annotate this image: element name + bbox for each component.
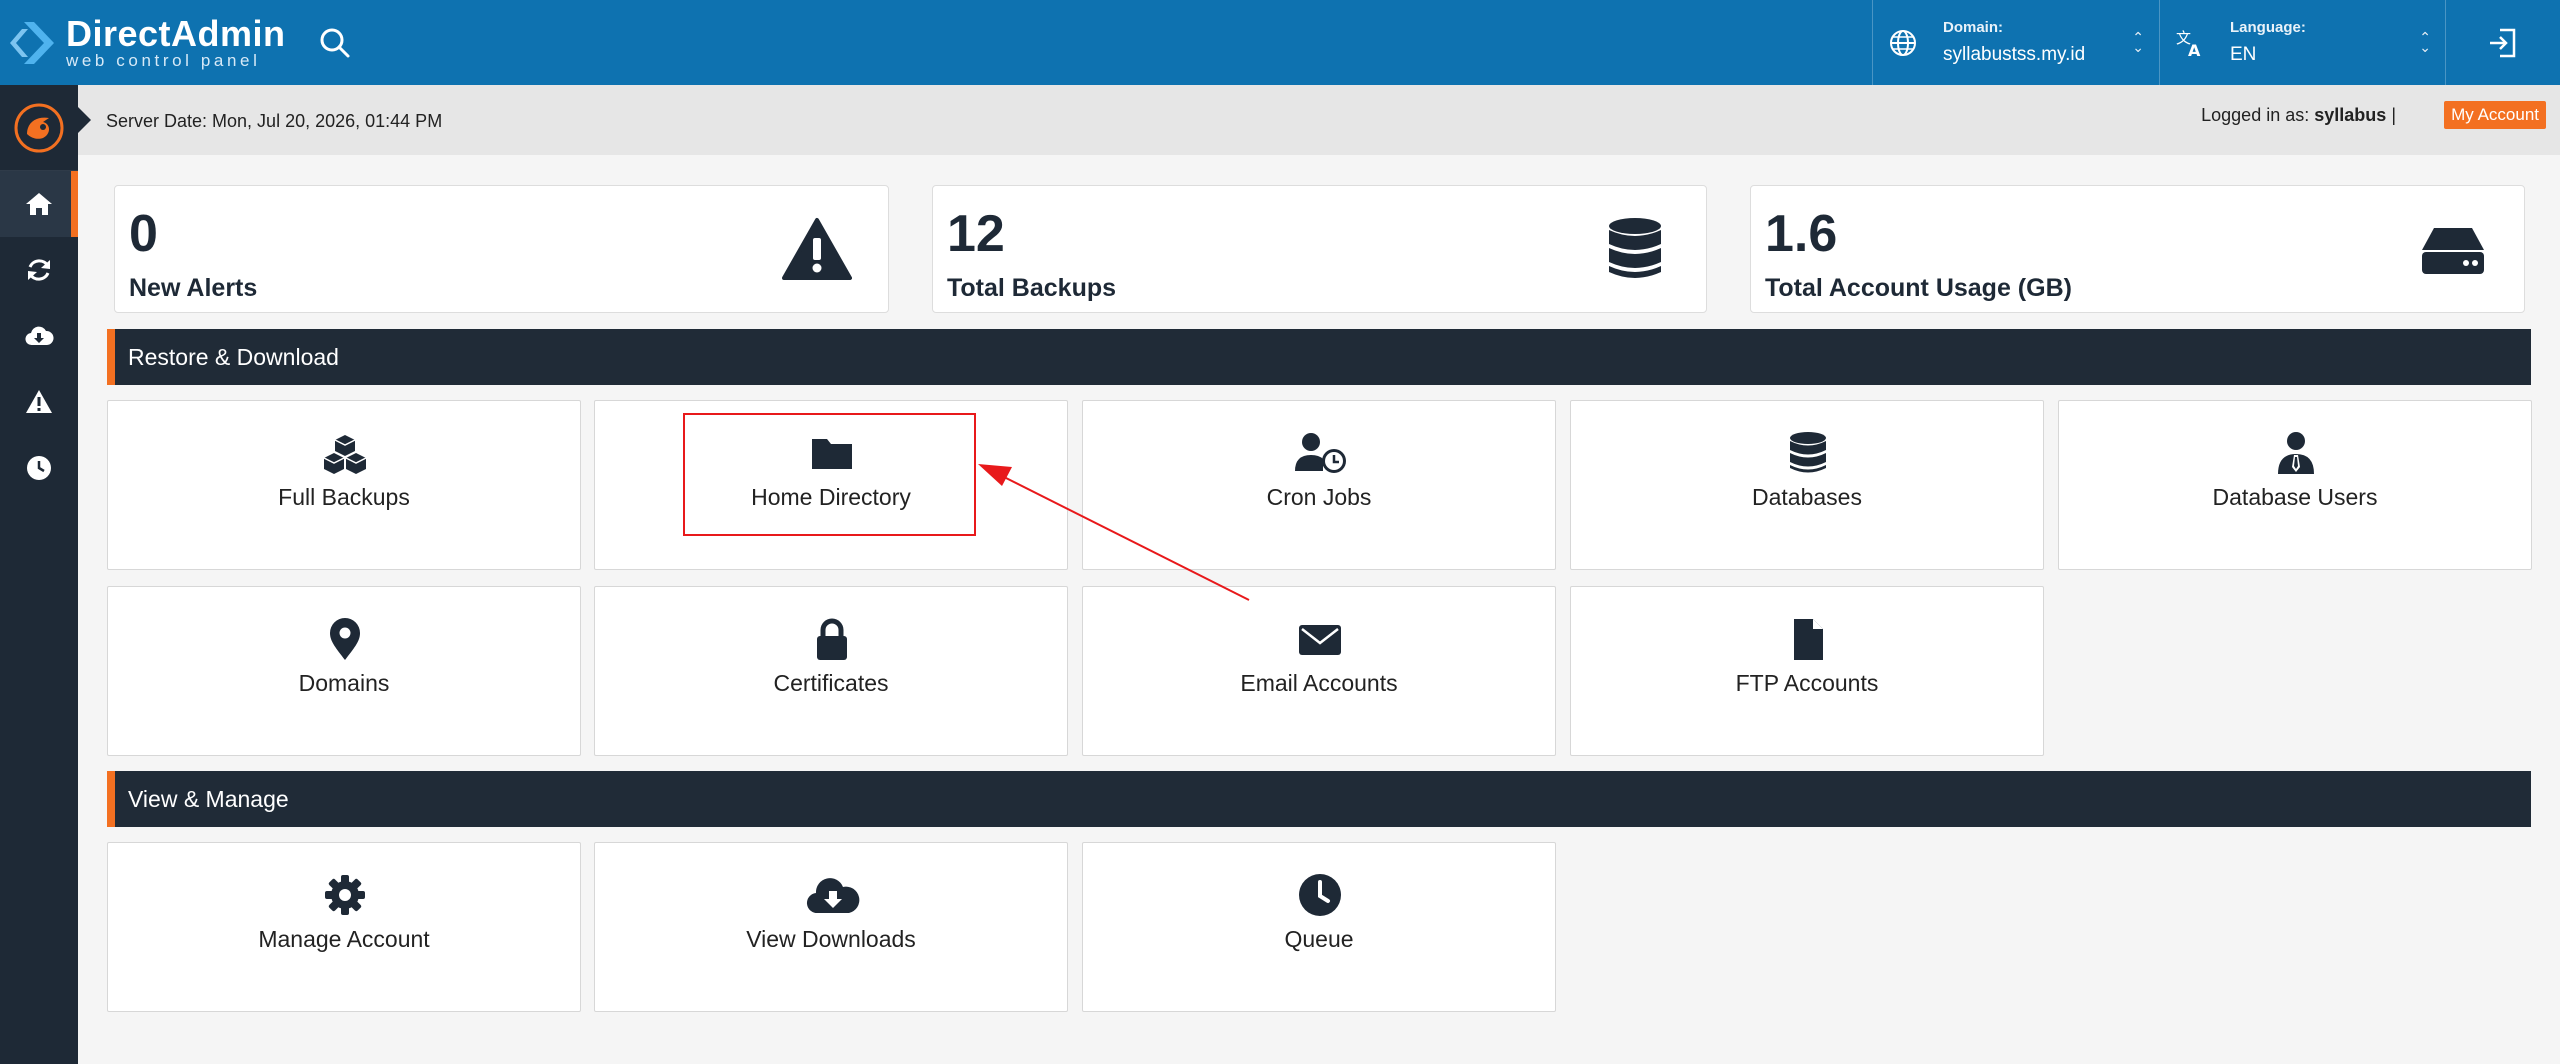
- stat-label: Total Backups: [947, 274, 1117, 302]
- search-button[interactable]: [316, 24, 354, 62]
- separator: |: [2391, 105, 2396, 125]
- stat-value: 0: [129, 205, 158, 263]
- tile-label: FTP Accounts: [1735, 670, 1879, 696]
- tile-certificates[interactable]: Certificates: [594, 586, 1068, 756]
- user-tie-icon: [2278, 432, 2314, 474]
- map-marker-icon: [330, 618, 360, 660]
- tile-email-accounts[interactable]: Email Accounts: [1082, 586, 1556, 756]
- tile-view-downloads[interactable]: View Downloads: [594, 842, 1068, 1012]
- sidebar-item-home[interactable]: [0, 171, 78, 237]
- domain-select[interactable]: Domain: syllabustss.my.id ⌃ ⌄: [1872, 0, 2158, 85]
- logged-in-status: Logged in as: syllabus |: [2201, 105, 2396, 126]
- tile-databases[interactable]: Databases: [1570, 400, 2044, 570]
- tile-label: View Downloads: [746, 926, 916, 952]
- logout-icon: [2490, 28, 2516, 57]
- stat-card-usage: 1.6 Total Account Usage (GB): [1750, 185, 2525, 313]
- tile-queue[interactable]: Queue: [1082, 842, 1556, 1012]
- clock-icon: [1299, 874, 1341, 916]
- stat-value: 12: [947, 205, 1005, 263]
- cubes-icon: [323, 435, 367, 474]
- tile-full-backups[interactable]: Full Backups: [107, 400, 581, 570]
- sidebar-logo[interactable]: [0, 85, 78, 171]
- tile-label: Database Users: [2212, 484, 2378, 510]
- brand-title: DirectAdmin: [66, 12, 286, 54]
- sidebar: [0, 85, 78, 1064]
- section-header-view: View & Manage: [107, 771, 2531, 827]
- file-icon: [1794, 619, 1823, 660]
- logout-button[interactable]: [2445, 0, 2560, 85]
- svg-text:A: A: [2188, 41, 2201, 59]
- envelope-icon: [1299, 625, 1341, 655]
- tile-label: Manage Account: [258, 926, 430, 952]
- domain-label: Domain:: [1943, 19, 2003, 36]
- tile-label: Cron Jobs: [1266, 484, 1372, 510]
- tile-ftp-accounts[interactable]: FTP Accounts: [1570, 586, 2044, 756]
- directadmin-logo-icon: [10, 21, 54, 64]
- stat-card-backups: 12 Total Backups: [932, 185, 1707, 313]
- language-value: EN: [2230, 44, 2257, 65]
- tile-label: Domains: [298, 670, 390, 696]
- language-label: Language:: [2230, 19, 2306, 36]
- chevron-updown-icon: ⌃ ⌄: [2132, 29, 2144, 55]
- info-bar: Server Date: Mon, Jul 20, 2026, 01:44 PM…: [78, 85, 2560, 155]
- stat-value: 1.6: [1765, 205, 1838, 263]
- database-icon: [1790, 432, 1826, 473]
- database-icon: [1609, 218, 1661, 278]
- lock-icon: [817, 618, 847, 660]
- gear-icon: [325, 875, 365, 915]
- logged-in-label: Logged in as:: [2201, 105, 2310, 125]
- sidebar-item-downloads[interactable]: [0, 303, 78, 369]
- my-account-button[interactable]: My Account: [2444, 101, 2546, 129]
- clock-icon: [27, 456, 51, 480]
- annotation-highlight-box: [683, 413, 976, 536]
- caret-right-icon: [78, 107, 91, 133]
- home-icon: [26, 193, 52, 215]
- globe-icon: [1890, 29, 1916, 56]
- stat-label: Total Account Usage (GB): [1765, 274, 2072, 302]
- tile-domains[interactable]: Domains: [107, 586, 581, 756]
- hard-drive-icon: [2422, 228, 2484, 274]
- tile-database-users[interactable]: Database Users: [2058, 400, 2532, 570]
- user-clock-icon: [1295, 433, 1346, 473]
- brand-logo[interactable]: DirectAdmin web control panel: [0, 0, 286, 85]
- tile-label: Email Accounts: [1240, 670, 1398, 696]
- tile-cron-jobs[interactable]: Cron Jobs: [1082, 400, 1556, 570]
- sidebar-item-queue[interactable]: [0, 435, 78, 501]
- sidebar-item-alerts[interactable]: [0, 369, 78, 435]
- sidebar-item-sync[interactable]: [0, 237, 78, 303]
- domain-value: syllabustss.my.id: [1943, 44, 2086, 65]
- tile-label: Queue: [1284, 926, 1354, 952]
- logged-in-username: syllabus: [2314, 105, 2387, 125]
- user-avatar-icon: [14, 103, 64, 152]
- chevron-updown-icon: ⌃ ⌄: [2419, 29, 2431, 55]
- stat-label: New Alerts: [129, 274, 258, 302]
- top-bar: DirectAdmin web control panel Domain: sy…: [0, 0, 2560, 85]
- language-select[interactable]: 文 A Language: EN ⌃ ⌄: [2159, 0, 2445, 85]
- cloud-download-icon: [806, 878, 860, 914]
- tile-label: Full Backups: [278, 484, 410, 510]
- server-date: Server Date: Mon, Jul 20, 2026, 01:44 PM: [106, 111, 443, 131]
- refresh-icon: [28, 259, 50, 281]
- search-icon: [320, 28, 350, 58]
- cloud-download-icon: [25, 326, 54, 346]
- brand-subtitle: web control panel: [66, 50, 261, 70]
- tile-label: Databases: [1752, 484, 1862, 510]
- tile-label: Certificates: [773, 670, 889, 696]
- warning-icon: [26, 390, 52, 413]
- tile-manage-account[interactable]: Manage Account: [107, 842, 581, 1012]
- translate-icon: 文 A: [2176, 29, 2201, 59]
- section-header-restore: Restore & Download: [107, 329, 2531, 385]
- stat-card-alerts: 0 New Alerts: [114, 185, 889, 313]
- warning-icon: [782, 218, 852, 280]
